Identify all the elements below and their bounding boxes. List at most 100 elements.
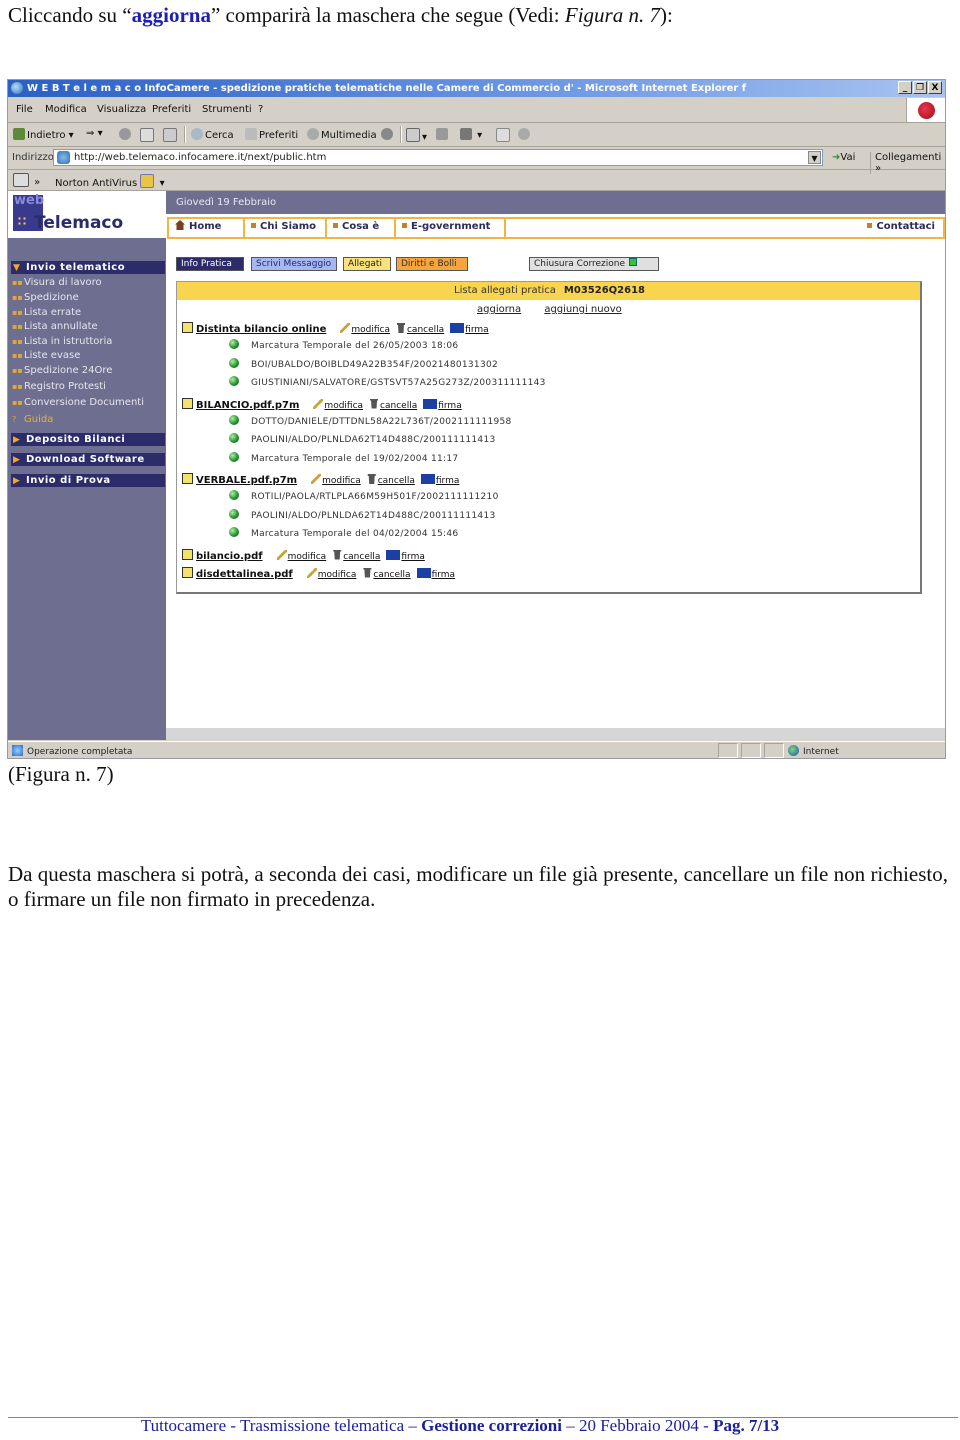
edit-link[interactable]: modifica — [313, 398, 363, 411]
delete-link[interactable]: cancella — [369, 398, 417, 411]
attachments-panel: Lista allegati pratica M03526Q2618 aggior… — [176, 281, 922, 594]
sign-link[interactable]: firma — [420, 474, 459, 486]
messenger-button[interactable] — [518, 128, 532, 141]
nav-cosa-e[interactable]: Cosa è — [325, 217, 394, 239]
sidebar-item-lista-annullate[interactable]: ▪▪Lista annullate — [12, 320, 98, 333]
refresh-button[interactable] — [140, 128, 156, 143]
section-label: Invio telematico — [26, 262, 126, 273]
edit-link[interactable]: modifica — [306, 567, 356, 580]
address-input[interactable]: http://web.telemaco.infocamere.it/next/p… — [53, 149, 823, 166]
sidebar-section-invio-di-prova[interactable]: ▶ Invio di Prova — [11, 474, 165, 487]
forward-button[interactable]: ⇒ ▾ — [86, 128, 103, 139]
delete-link[interactable]: cancella — [396, 323, 444, 335]
go-button[interactable]: ➜Vai — [832, 152, 855, 163]
practice-code: M03526Q2618 — [563, 285, 645, 296]
discuss-button[interactable] — [496, 128, 512, 143]
sidebar-item-registro-protesti[interactable]: ▪▪Registro Protesti — [12, 380, 106, 393]
refresh-link[interactable]: aggiorna — [477, 304, 521, 315]
signature-row: GIUSTINIANI/SALVATORE/GSTSVT57A25G273Z/2… — [229, 376, 546, 389]
menu-help[interactable]: ? — [258, 104, 263, 115]
address-label: Indirizzo — [12, 152, 54, 163]
favorites-icon — [245, 128, 257, 140]
media-button[interactable]: Multimedia — [307, 128, 377, 141]
sidebar-item-guida[interactable]: ? Guida — [12, 413, 53, 426]
file-name-link[interactable]: disdettalinea.pdf — [196, 569, 293, 580]
sidebar-section-invio-telematico[interactable]: ▼ Invio telematico — [11, 261, 165, 274]
sign-link[interactable]: firma — [423, 398, 462, 411]
back-button[interactable]: Indietro ▾ — [13, 128, 74, 141]
sign-label: firma — [401, 551, 425, 562]
sidebar-item-lista-istruttoria[interactable]: ▪▪Lista in istruttoria — [12, 335, 112, 348]
print-button[interactable] — [436, 128, 450, 141]
edit-link[interactable]: modifica — [340, 323, 390, 335]
sidebar-item-label: Visura di lavoro — [24, 277, 102, 288]
tab-diritti-bolli[interactable]: Diritti e Bolli — [396, 257, 468, 271]
tab-allegati[interactable]: Allegati — [343, 257, 391, 271]
norton-toolbar: » Norton AntiVirus ▾ — [8, 170, 945, 191]
menu-preferiti[interactable]: Preferiti — [152, 104, 191, 115]
tab-scrivi-messaggio[interactable]: Scrivi Messaggio — [251, 257, 337, 271]
signature-row: Marcatura Temporale del 26/05/2003 18:06 — [229, 339, 458, 352]
sidebar-section-download-software[interactable]: ▶ Download Software — [11, 453, 165, 466]
file-icon — [182, 548, 193, 560]
footer-section: Gestione correzioni — [421, 1416, 562, 1435]
minimize-button[interactable]: _ — [898, 81, 912, 94]
green-bullet-icon — [229, 433, 239, 443]
file-name-link[interactable]: BILANCIO.pdf.p7m — [196, 400, 299, 411]
back-arrow-icon — [13, 128, 25, 140]
sidebar-item-spedizione[interactable]: ▪▪Spedizione — [12, 291, 79, 304]
maximize-button[interactable]: ❐ — [913, 81, 927, 94]
media-icon — [307, 128, 319, 140]
nav-e-government[interactable]: E-government — [394, 217, 504, 239]
menu-strumenti[interactable]: Strumenti — [202, 104, 252, 115]
menu-visualizza[interactable]: Visualizza — [97, 104, 146, 115]
site-logo[interactable]: web Telemaco — [8, 191, 166, 238]
sidebar-section-deposito-bilanci[interactable]: ▶ Deposito Bilanci — [11, 433, 165, 446]
history-button[interactable] — [381, 128, 395, 141]
close-button[interactable]: X — [928, 81, 942, 94]
edit-link[interactable]: modifica — [311, 474, 361, 486]
menu-modifica[interactable]: Modifica — [45, 104, 87, 115]
search-button[interactable]: Cerca — [191, 128, 234, 141]
sidebar-item-liste-evase[interactable]: ▪▪Liste evase — [12, 349, 80, 362]
favorites-button[interactable]: Preferiti — [245, 128, 298, 141]
chiusura-correzione-button[interactable]: Chiusura Correzione — [529, 257, 659, 271]
delete-link[interactable]: cancella — [362, 567, 411, 580]
pencil-icon — [340, 323, 351, 333]
file-name-link[interactable]: bilancio.pdf — [196, 551, 263, 562]
toolbar-grip-button[interactable]: » — [13, 173, 40, 188]
norton-antivirus-button[interactable]: Norton AntiVirus ▾ — [55, 174, 165, 189]
mail-button[interactable]: ▾ — [406, 128, 427, 143]
home-button[interactable] — [163, 128, 179, 143]
delete-link[interactable]: cancella — [332, 549, 380, 562]
file-name-link[interactable]: Distinta bilancio online — [196, 324, 326, 335]
file-icon — [182, 397, 193, 409]
edit-label: modifica — [322, 476, 361, 486]
sidebar-item-conversione[interactable]: ▪▪Conversione Documenti — [12, 396, 144, 409]
edit-link[interactable]: modifica — [276, 549, 326, 562]
nav-label: Home — [189, 221, 222, 232]
nav-home[interactable]: Home — [167, 217, 243, 239]
nav-chi-siamo[interactable]: Chi Siamo — [243, 217, 325, 239]
sidebar-item-spedizione-24ore[interactable]: ▪▪Spedizione 24Ore — [12, 364, 112, 377]
tab-info-pratica[interactable]: Info Pratica — [176, 257, 244, 271]
sidebar-item-lista-errate[interactable]: ▪▪Lista errate — [12, 306, 81, 319]
stop-button[interactable] — [119, 128, 133, 141]
file-name-link[interactable]: VERBALE.pdf.p7m — [196, 475, 297, 486]
chiusura-label: Chiusura Correzione — [534, 259, 626, 269]
add-new-link[interactable]: aggiungi nuovo — [544, 304, 621, 315]
green-bullet-icon — [229, 414, 239, 425]
signature-row: PAOLINI/ALDO/PLNLDA62T14D488C/2001111114… — [229, 433, 496, 446]
bullet-icon — [251, 223, 256, 228]
nav-label: E-government — [411, 221, 491, 232]
edit-button[interactable]: ▾ — [460, 128, 482, 141]
sign-link[interactable]: firma — [450, 323, 489, 335]
address-dropdown-icon[interactable]: ▼ — [808, 151, 821, 164]
sign-link[interactable]: firma — [386, 549, 425, 562]
intro-suffix: ): — [659, 3, 673, 27]
sidebar-item-visura[interactable]: ▪▪Visura di lavoro — [12, 276, 102, 289]
sign-link[interactable]: firma — [416, 567, 455, 580]
nav-contattaci[interactable]: Contattaci — [504, 217, 945, 239]
delete-link[interactable]: cancella — [367, 474, 415, 486]
menu-file[interactable]: File — [16, 104, 33, 115]
